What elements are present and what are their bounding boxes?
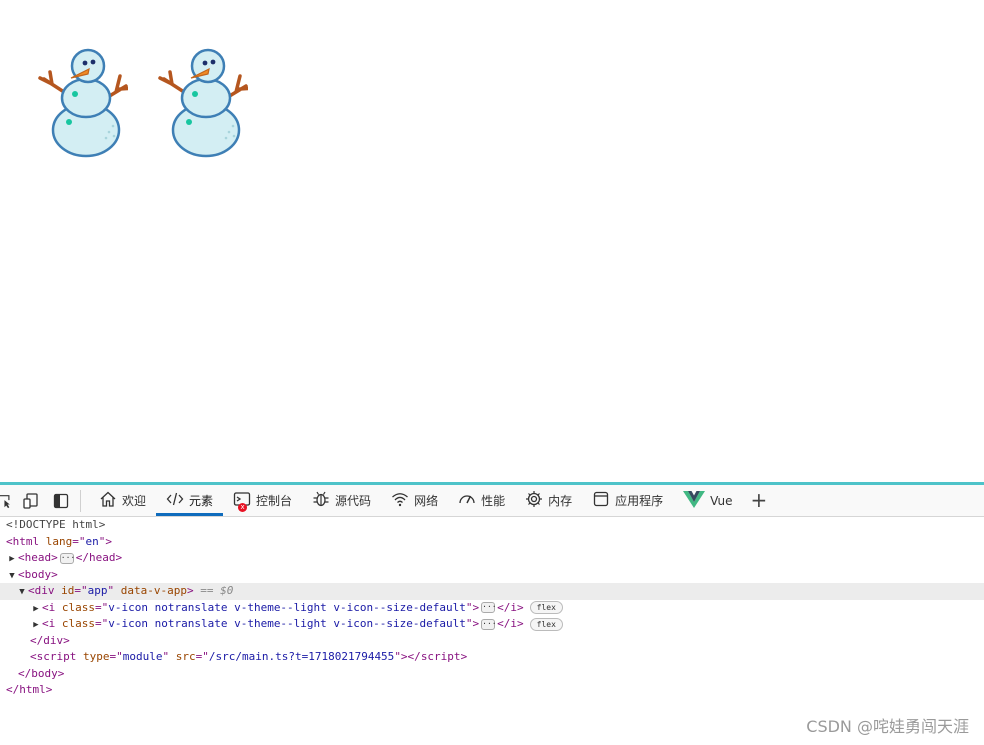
tab-elements[interactable]: 元素 xyxy=(156,485,224,516)
collapsed-ellipsis-icon[interactable]: ··· xyxy=(59,552,75,564)
tree-node-html-close[interactable]: </html> xyxy=(0,682,984,699)
collapsed-ellipsis-icon[interactable]: ··· xyxy=(481,602,497,613)
page-viewport xyxy=(0,0,984,482)
tab-sources[interactable]: 源代码 xyxy=(302,485,381,516)
console-error-badge: x xyxy=(238,503,248,512)
collapsed-ellipsis-icon[interactable]: ··· xyxy=(481,618,497,630)
elements-dom-tree: <!DOCTYPE html> <html lang="en"> ▶ <head>… xyxy=(0,517,984,699)
selected-node-marker: == $0 xyxy=(200,584,234,597)
tree-node-body-close[interactable]: </body> xyxy=(0,666,984,683)
application-icon xyxy=(592,490,610,511)
tab-label: 网络 xyxy=(414,494,439,508)
tab-label: 性能 xyxy=(481,494,506,508)
tree-node-html[interactable]: <html lang="en"> xyxy=(0,534,984,551)
vue-logo-icon xyxy=(683,490,706,511)
tab-label: 控制台 xyxy=(256,494,293,508)
tab-label: 源代码 xyxy=(335,494,372,508)
wifi-icon xyxy=(391,490,409,511)
device-emulation-icon[interactable] xyxy=(16,485,46,516)
flex-badge[interactable]: flex xyxy=(529,617,563,631)
dock-panel-icon[interactable] xyxy=(46,485,76,516)
tree-node-div-app[interactable]: ▼ <div id="app" data-v-app> == $0 xyxy=(0,583,984,600)
tab-network[interactable]: 网络 xyxy=(381,485,448,516)
tree-node-doctype[interactable]: <!DOCTYPE html> xyxy=(0,517,984,534)
devtools-panel: 欢迎 元素 x 控制台 源代码 网络 性能 内存 应用程序 Vue + <!DO… xyxy=(0,482,984,745)
watermark: CSDN @咤娃勇闯天涯 xyxy=(806,717,969,736)
tab-application[interactable]: 应用程序 xyxy=(582,485,673,516)
tab-label: 应用程序 xyxy=(615,494,664,508)
expand-arrow-icon[interactable]: ▶ xyxy=(30,601,42,618)
memory-chip-icon xyxy=(525,490,543,511)
expand-arrow-icon[interactable]: ▶ xyxy=(30,617,42,634)
script-src-link[interactable]: /src/main.ts?t=1718021794455 xyxy=(209,650,394,663)
home-icon xyxy=(99,490,117,511)
gauge-icon xyxy=(458,490,476,511)
snowman-icon xyxy=(156,46,248,158)
tab-label: 元素 xyxy=(189,494,214,508)
tree-node-i-icon[interactable]: ▶ <i class="v-icon notranslate v-theme--l… xyxy=(0,600,984,617)
tab-vue[interactable]: Vue xyxy=(673,485,742,516)
devtools-toolbar: 欢迎 元素 x 控制台 源代码 网络 性能 内存 应用程序 Vue + xyxy=(0,485,984,517)
tree-node-body[interactable]: ▼ <body> xyxy=(0,567,984,584)
toolbar-divider xyxy=(80,489,81,512)
bug-icon xyxy=(312,490,330,511)
tab-welcome[interactable]: 欢迎 xyxy=(89,485,156,516)
tab-performance[interactable]: 性能 xyxy=(448,485,515,516)
flex-badge[interactable]: flex xyxy=(529,601,563,614)
snowman-icon xyxy=(36,46,128,158)
inspect-icon[interactable] xyxy=(0,485,16,516)
tab-memory[interactable]: 内存 xyxy=(515,485,582,516)
tree-node-head[interactable]: ▶ <head> ···</head> xyxy=(0,550,984,567)
add-tab-button[interactable]: + xyxy=(743,485,776,516)
expand-arrow-icon[interactable]: ▶ xyxy=(6,551,18,568)
tab-console[interactable]: x 控制台 xyxy=(223,485,302,516)
tab-label: Vue xyxy=(710,493,733,508)
tab-label: 内存 xyxy=(548,494,573,508)
collapse-arrow-icon[interactable]: ▼ xyxy=(6,568,18,585)
tab-label: 欢迎 xyxy=(122,494,147,508)
tree-node-script[interactable]: <script type="module" src="/src/main.ts?… xyxy=(0,649,984,666)
collapse-arrow-icon[interactable]: ▼ xyxy=(16,584,28,601)
code-icon xyxy=(166,490,184,511)
tree-node-i-icon[interactable]: ▶ <i class="v-icon notranslate v-theme--l… xyxy=(0,616,984,633)
tree-node-div-close[interactable]: </div> xyxy=(0,633,984,650)
